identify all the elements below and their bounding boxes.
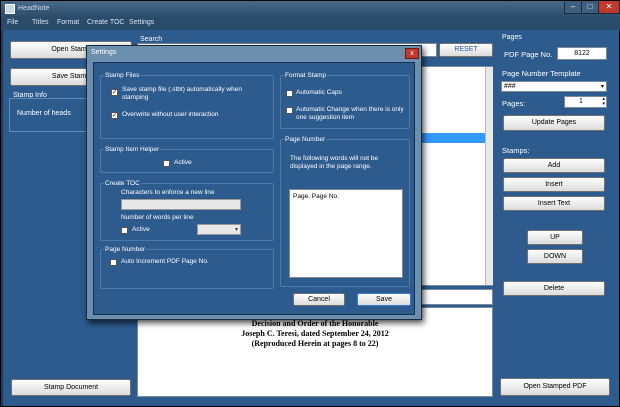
words-label: Number of words per line <box>121 214 194 221</box>
menu-settings[interactable]: Settings <box>129 19 154 26</box>
settings-dialog: Settings x Stamp Files ✓ Save stamp file… <box>86 45 422 320</box>
minimize-button[interactable]: – <box>564 1 582 14</box>
page-number-template-label: Page Number Template <box>502 69 581 78</box>
save-stamp-checkbox[interactable]: ✓ <box>111 89 118 96</box>
doc-line-1: Decision and Order of the Honorable <box>251 319 379 328</box>
overwrite-checkbox[interactable]: ✓ <box>111 112 118 119</box>
close-button[interactable]: ✕ <box>598 1 620 14</box>
document-preview: Decision and Order of the Honorable Jose… <box>137 307 493 397</box>
create-toc-group: Create TOC Characters to enforce a new l… <box>100 180 274 241</box>
overwrite-checkbox-label: Overwrite without user interaction <box>122 111 219 118</box>
format-stamp-label: Format Stamp <box>284 72 328 79</box>
doc-line-2: Joseph C. Teresi, dated September 24, 20… <box>241 329 389 338</box>
maximize-button[interactable]: □ <box>581 1 599 14</box>
app-icon <box>5 4 15 14</box>
insert-button[interactable]: Insert <box>503 177 605 192</box>
pages-count-value: 1 <box>579 98 583 105</box>
page-number-words-description: The following words will not be displaye… <box>290 155 379 170</box>
excluded-words-textarea[interactable]: Page, Page No. <box>289 189 403 278</box>
menu-file[interactable]: File <box>7 19 18 26</box>
save-button[interactable]: Save <box>357 293 411 306</box>
add-button[interactable]: Add <box>503 158 605 173</box>
title-bar: HeadNote – □ ✕ <box>1 1 620 18</box>
spinner-icon[interactable]: ▴ ▾ <box>602 97 605 107</box>
pages-count-label: Pages: <box>502 99 526 108</box>
stamp-files-label: Stamp Files <box>104 72 141 79</box>
page-number-words-group: Page Number The following words will not… <box>280 136 410 287</box>
dialog-close-button[interactable]: x <box>405 48 419 59</box>
stamp-item-helper-group: Stamp Item Helper Active <box>100 146 274 173</box>
chevron-down-icon: ▾ <box>600 84 604 90</box>
words-select[interactable]: ▾ <box>197 224 241 235</box>
selected-row[interactable] <box>421 133 485 143</box>
results-scrollbar[interactable] <box>485 67 493 285</box>
toc-active-checkbox[interactable] <box>121 227 128 234</box>
search-label: Search <box>140 36 163 43</box>
pages-count-input[interactable]: 1 ▴ ▾ <box>564 96 607 108</box>
window-title: HeadNote <box>18 5 50 12</box>
page-number-words-label: Page Number <box>284 136 327 143</box>
open-stamped-pdf-button[interactable]: Open Stamped PDF <box>500 378 610 396</box>
update-pages-button[interactable]: Update Pages <box>503 115 605 131</box>
reset-button[interactable]: RESET <box>439 43 493 57</box>
dialog-body: Stamp Files ✓ Save stamp file (.stbt) au… <box>93 62 415 315</box>
create-toc-label: Create TOC <box>104 180 141 187</box>
insert-text-button[interactable]: Insert Text <box>503 196 605 211</box>
down-button[interactable]: DOWN <box>527 249 583 264</box>
chars-label: Characters to enforce a new line <box>121 189 215 196</box>
auto-increment-checkbox[interactable] <box>110 259 117 266</box>
delete-button[interactable]: Delete <box>503 281 605 296</box>
stamp-item-helper-label: Stamp Item Helper <box>104 146 161 153</box>
auto-change-checkbox[interactable] <box>286 107 293 114</box>
stamp-helper-active-checkbox[interactable] <box>163 160 170 167</box>
toc-active-label: Active <box>132 226 150 233</box>
template-select[interactable]: ### ▾ <box>501 81 607 92</box>
auto-change-label: Automatic Change when there is only one … <box>296 106 404 121</box>
auto-caps-checkbox[interactable] <box>286 90 293 97</box>
stamp-helper-active-label: Active <box>174 159 192 166</box>
dialog-title: Settings <box>91 49 117 56</box>
menu-titles[interactable]: Titles <box>32 19 48 26</box>
template-value: ### <box>504 83 516 90</box>
stamps-label: Stamps: <box>502 146 530 155</box>
pages-label: Pages <box>502 34 522 41</box>
stamp-document-button[interactable]: Stamp Document <box>11 379 131 396</box>
save-stamp-checkbox-label: Save stamp file (.stbt) automatically wh… <box>122 86 242 101</box>
page-number-group: Page Number Auto Increment PDF Page No. <box>100 246 274 289</box>
auto-caps-label: Automatic Caps <box>296 89 342 96</box>
menu-format[interactable]: Format <box>57 19 79 26</box>
auto-increment-label: Auto Increment PDF Page No. <box>121 258 209 265</box>
stamp-files-group: Stamp Files ✓ Save stamp file (.stbt) au… <box>100 72 274 139</box>
pdf-page-no-input[interactable]: 8122 <box>557 47 607 60</box>
cancel-button[interactable]: Cancel <box>293 293 345 306</box>
page-number-label: Page Number <box>104 246 147 253</box>
format-stamp-group: Format Stamp Automatic Caps Automatic Ch… <box>280 72 410 129</box>
up-button[interactable]: UP <box>527 230 583 245</box>
chars-input[interactable] <box>121 199 241 210</box>
number-of-heads-label: Number of heads <box>17 110 71 117</box>
chevron-down-icon: ▾ <box>234 227 238 233</box>
menu-create-toc[interactable]: Create TOC <box>87 19 124 26</box>
doc-line-3: (Reproduced Herein at pages 8 to 22) <box>251 339 379 348</box>
pdf-page-no-label: PDF Page No. <box>504 50 553 59</box>
